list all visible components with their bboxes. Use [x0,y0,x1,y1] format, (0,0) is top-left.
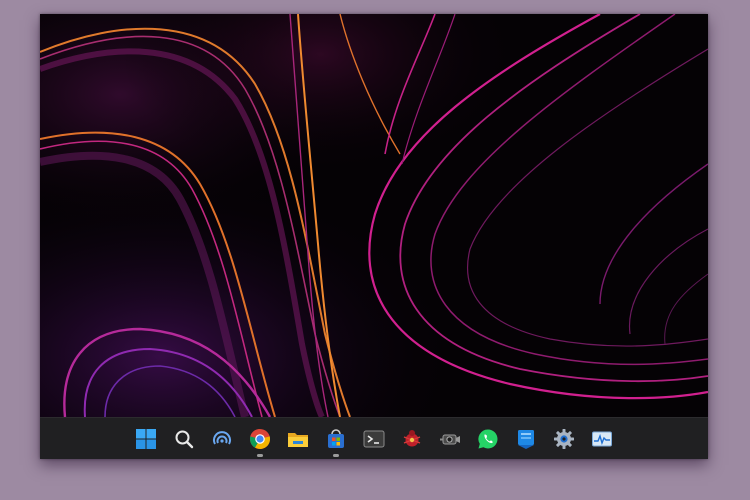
copilot-button[interactable] [203,420,241,458]
task-manager-icon [592,431,612,447]
blue-app-icon [518,430,534,449]
task-manager-button[interactable] [583,420,621,458]
start-button[interactable] [127,420,165,458]
whatsapp-icon [478,429,498,449]
running-indicator [257,454,263,457]
running-indicator [333,454,339,457]
settings-button[interactable] [545,420,583,458]
red-bug-app-button[interactable] [393,420,431,458]
terminal-button[interactable] [355,420,393,458]
red-bug-app-icon [403,430,421,447]
taskbar [40,417,708,459]
windows-start-icon [136,429,156,449]
desktop-screen [40,14,708,459]
file-explorer-button[interactable] [279,420,317,458]
chrome-icon [249,429,271,450]
terminal-icon [363,430,385,448]
camera-app-icon [440,434,460,445]
camera-app-button[interactable] [431,420,469,458]
file-explorer-icon [288,433,308,447]
copilot-icon [213,431,231,445]
blue-app-button[interactable] [507,420,545,458]
microsoft-store-button[interactable] [317,420,355,458]
search-button[interactable] [165,420,203,458]
settings-icon [554,429,574,449]
whatsapp-button[interactable] [469,420,507,458]
microsoft-store-icon [328,429,344,448]
desktop-wallpaper [40,14,708,417]
chrome-button[interactable] [241,420,279,458]
search-icon [175,430,194,449]
taskbar-pinned-apps [40,418,708,459]
